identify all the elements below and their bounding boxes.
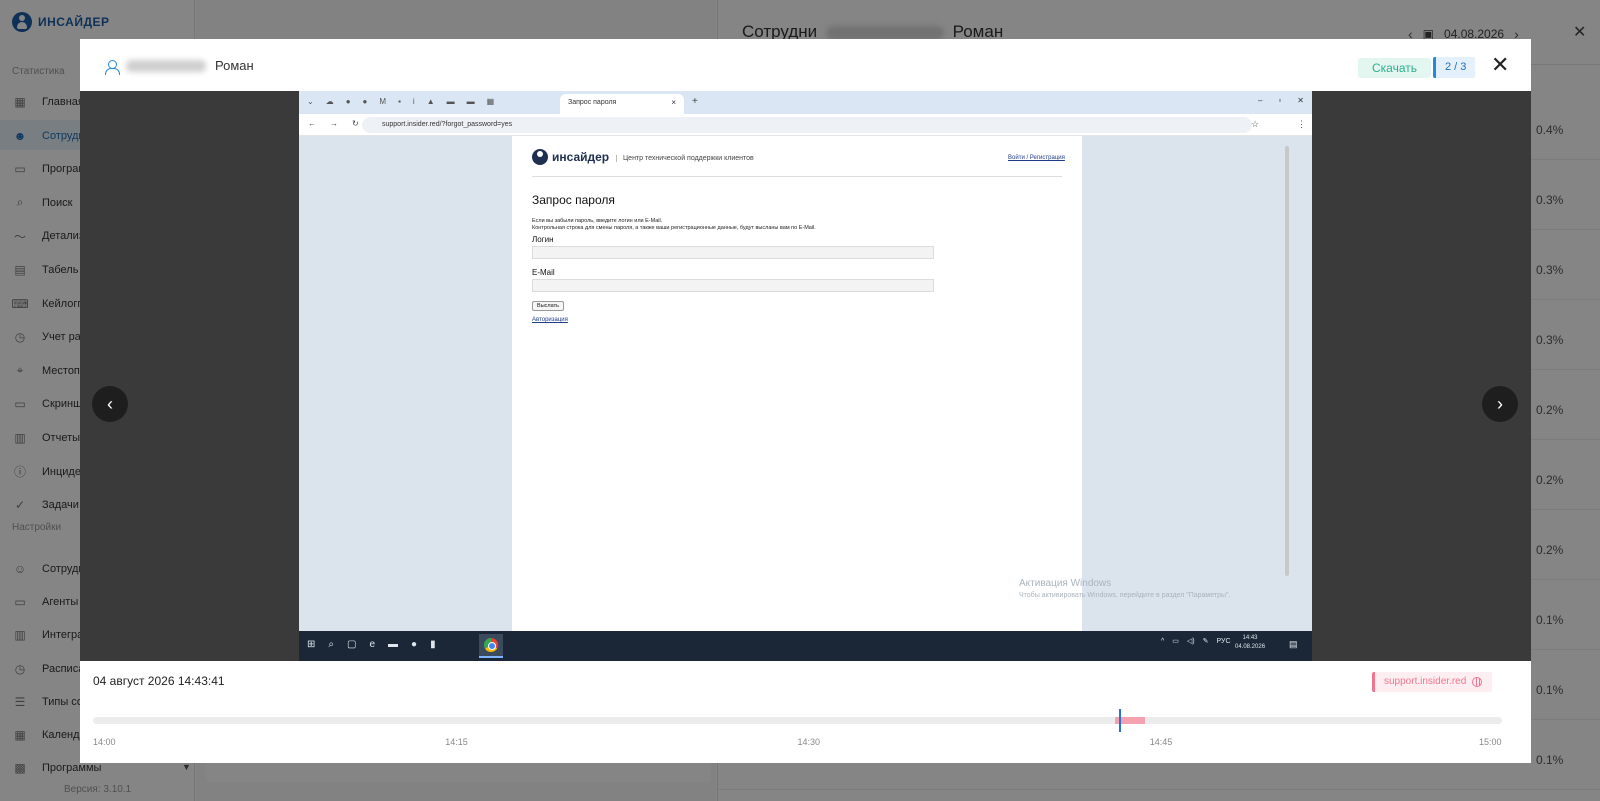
form-title: Запрос пароля <box>532 193 615 207</box>
tab-icon: i <box>412 97 415 106</box>
url-badge-label: support.insider.red <box>1384 676 1467 687</box>
clock-date: 04.08.2026 <box>1235 644 1266 650</box>
close-icon: ✕ <box>1297 96 1304 105</box>
browser-nav: ← → ↻ <box>308 119 359 128</box>
captured-screenshot[interactable]: ⌄ ☁ ● ● M ▪ i ▲ ▬ ▬ ▦ Запрос пароля × + <box>299 91 1312 661</box>
site-auth-links: Войти / Регистрация <box>1008 155 1065 161</box>
doc-icon: ▪ <box>398 97 401 106</box>
logo-icon <box>532 149 548 165</box>
chrome-icon <box>479 634 503 658</box>
timeline-tick-label: 14:45 <box>1149 737 1173 747</box>
next-screenshot-button[interactable]: › <box>1482 386 1518 422</box>
browser-addressbar: ← → ↻ support.insider.red/?forgot_passwo… <box>299 114 1312 136</box>
window-controls: – ▫ ✕ <box>1258 96 1304 105</box>
login-label: Логин <box>532 235 554 244</box>
close-icon[interactable]: ✕ <box>1491 52 1509 78</box>
timeline-tick-label: 15:00 <box>1479 737 1502 747</box>
plus-icon: + <box>692 96 698 107</box>
email-label: E-Mail <box>532 268 555 277</box>
calculator-icon: ▮ <box>430 639 436 650</box>
screenshot-counter: 2 / 3 <box>1433 57 1476 78</box>
browser-tabstrip: ⌄ ☁ ● ● M ▪ i ▲ ▬ ▬ ▦ Запрос пароля × + <box>299 91 1312 114</box>
timeline-tick-label: 14:00 <box>93 737 116 747</box>
reload-icon: ↻ <box>352 119 359 128</box>
calculator-icon: ▦ <box>486 97 495 106</box>
restore-icon: ▫ <box>1278 96 1282 105</box>
windows-start-icon: ⊞ <box>307 639 316 650</box>
web-page: инсайдер Центр технической поддержки кли… <box>512 136 1082 631</box>
form-hint-line: Контрольная строка для смены пароля, а т… <box>532 225 816 231</box>
windows-taskbar: ⊞ ⌕ ▢ e ▬ ● ▮ ^ ▭ ◁) ✎ РУС 14:43 04.08.2… <box>299 631 1312 661</box>
redacted-surname <box>126 60 206 72</box>
search-icon: ⌕ <box>328 639 334 650</box>
notification-icon: ▤ <box>1289 639 1298 649</box>
browser-viewport: инсайдер Центр технической поддержки кли… <box>299 136 1312 631</box>
cloud-icon: ☁ <box>325 97 334 106</box>
tab-title: Запрос пароля <box>568 99 617 106</box>
employee-name: Роман <box>215 58 254 73</box>
chevron-up-icon: ^ <box>1161 637 1165 645</box>
site-logo: инсайдер <box>532 149 609 165</box>
screenshot-timestamp: 04 август 2026 14:43:41 <box>93 674 225 688</box>
globe-icon <box>1472 677 1483 687</box>
close-icon: × <box>671 98 676 107</box>
timeline-cursor[interactable] <box>1119 709 1122 732</box>
sheet-icon: ▬ <box>466 97 475 106</box>
windows-watermark-text: Чтобы активировать Windows, перейдите в … <box>1019 592 1231 599</box>
info-icon: ● <box>345 97 351 106</box>
modal-header: Роман Скачать 2 / 3 ✕ <box>80 39 1531 91</box>
site-divider <box>532 176 1062 177</box>
chevron-down-icon: ⌄ <box>307 97 314 106</box>
info-icon: ● <box>362 97 368 106</box>
mail-icon: M <box>379 97 387 106</box>
submit-button: Выслать <box>532 301 564 311</box>
taskbar-apps: ⊞ ⌕ ▢ e ▬ ● ▮ <box>307 639 436 650</box>
site-tagline: Центр технической поддержки клиентов <box>616 155 754 162</box>
pen-icon: ✎ <box>1202 638 1209 645</box>
download-button[interactable]: Скачать <box>1358 58 1431 78</box>
form-hint-line: Если вы забыли пароль, введите логин или… <box>532 218 663 224</box>
app-icon: ● <box>411 639 418 650</box>
network-icon: ▭ <box>1172 638 1179 645</box>
previous-screenshot-button[interactable]: ‹ <box>92 386 128 422</box>
timeline-tick-label: 14:30 <box>797 737 821 747</box>
site-name: инсайдер <box>552 150 610 164</box>
timeline-tick-label: 14:15 <box>445 737 468 747</box>
taskbar-clock: 14:43 04.08.2026 <box>1235 634 1265 652</box>
email-field <box>532 279 934 292</box>
minimize-icon: – <box>1258 96 1263 105</box>
forward-icon: → <box>330 119 338 128</box>
login-field <box>532 246 934 259</box>
sheet-icon: ▬ <box>446 97 455 106</box>
system-tray: ^ ▭ ◁) ✎ РУС <box>1161 637 1231 646</box>
form-hint: Если вы забыли пароль, введите логин или… <box>532 218 816 232</box>
more-icon: ⋮ <box>1297 119 1306 129</box>
star-icon: ☆ <box>1251 119 1260 129</box>
windows-watermark-title: Активация Windows <box>1019 578 1112 589</box>
task-view-icon: ▢ <box>347 639 357 650</box>
pinned-tabs: ⌄ ☁ ● ● M ▪ i ▲ ▬ ▬ ▦ <box>307 97 494 106</box>
url-field: support.insider.red/?forgot_password=yes <box>362 117 1252 133</box>
user-icon <box>105 60 120 75</box>
back-icon: ← <box>308 119 316 128</box>
browser-tab-active: Запрос пароля × <box>560 94 684 114</box>
screenshot-modal: Роман Скачать 2 / 3 ✕ ⌄ ☁ ● ● M ▪ i ▲ ▬ … <box>80 39 1531 763</box>
page-scrollbar <box>1285 146 1289 576</box>
language-indicator: РУС <box>1216 637 1231 645</box>
url-badge[interactable]: support.insider.red <box>1372 672 1493 692</box>
timeline-track[interactable] <box>93 709 1502 732</box>
edge-icon: e <box>369 639 376 650</box>
volume-icon: ◁) <box>1186 638 1195 645</box>
screenshot-viewer: ⌄ ☁ ● ● M ▪ i ▲ ▬ ▬ ▦ Запрос пароля × + <box>80 91 1531 661</box>
auth-link: Авторизация <box>532 317 568 323</box>
modal-footer: 04 август 2026 14:43:41 support.insider.… <box>80 661 1531 763</box>
folder-icon: ▬ <box>388 639 399 650</box>
drive-icon: ▲ <box>426 97 435 106</box>
clock-time: 14:43 <box>1242 635 1258 641</box>
